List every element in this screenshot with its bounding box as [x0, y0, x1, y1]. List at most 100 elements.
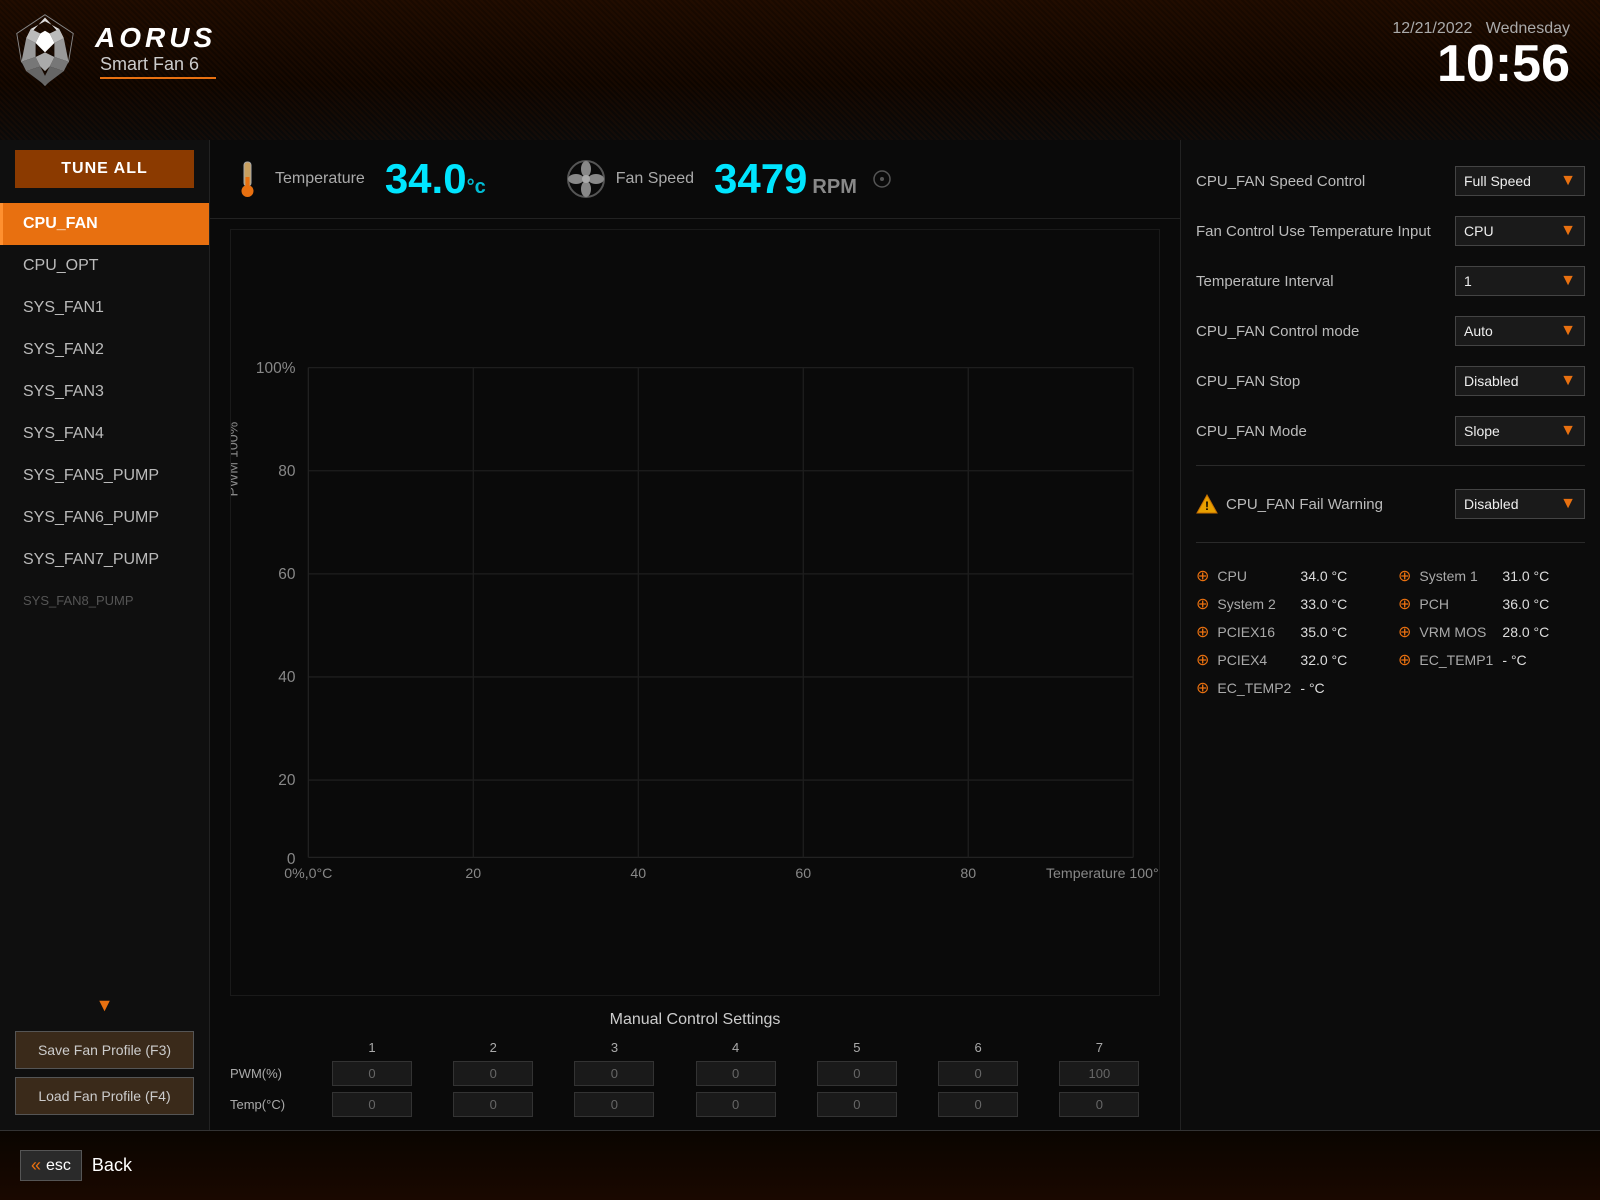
- temp-input-3[interactable]: [574, 1092, 654, 1117]
- fan-item-cpu-fan[interactable]: CPU_FAN: [0, 203, 209, 245]
- col-header-7: 7: [1039, 1037, 1160, 1058]
- pwm-input-1[interactable]: [332, 1061, 412, 1086]
- fan-mode-arrow: ▼: [1560, 422, 1576, 440]
- sensor-value-pch: 36.0 °C: [1502, 596, 1549, 612]
- fail-warning-dropdown[interactable]: Disabled ▼: [1455, 489, 1585, 519]
- temp-input-label: Fan Control Use Temperature Input: [1196, 223, 1455, 240]
- fan-item-sys-fan5-pump[interactable]: SYS_FAN5_PUMP: [0, 455, 209, 497]
- fan-stop-dropdown[interactable]: Disabled ▼: [1455, 366, 1585, 396]
- esc-label: esc: [46, 1157, 71, 1175]
- svg-text:20: 20: [465, 866, 481, 882]
- fan-item-sys-fan4[interactable]: SYS_FAN4: [0, 413, 209, 455]
- fan-mode-label: CPU_FAN Mode: [1196, 423, 1455, 440]
- fan-curve-chart[interactable]: 100% 80 60 40 20 0 PWM 100% 0%,0°C 20 40…: [210, 219, 1180, 1006]
- col-header-4: 4: [675, 1037, 796, 1058]
- scroll-down-arrow[interactable]: ▼: [0, 990, 209, 1021]
- fail-warning-arrow: ▼: [1560, 495, 1576, 513]
- pwm-input-5[interactable]: [817, 1061, 897, 1086]
- datetime-display: 12/21/2022 Wednesday 10:56: [1392, 20, 1570, 90]
- divider-2: [1196, 542, 1585, 543]
- thermometer-icon: [230, 159, 265, 199]
- manual-settings-table: 1 2 3 4 5 6 7 PWM(%): [230, 1037, 1160, 1120]
- divider-1: [1196, 465, 1585, 466]
- temp-interval-dropdown[interactable]: 1 ▼: [1455, 266, 1585, 296]
- temp-input-arrow: ▼: [1560, 222, 1576, 240]
- sensor-system2: ⊕ System 2 33.0 °C: [1196, 594, 1383, 614]
- load-fan-profile-button[interactable]: Load Fan Profile (F4): [15, 1077, 194, 1115]
- temp-input-1[interactable]: [332, 1092, 412, 1117]
- speed-control-dropdown[interactable]: Full Speed ▼: [1455, 166, 1585, 196]
- sensor-name-system2: System 2: [1217, 596, 1292, 612]
- fan-item-cpu-opt[interactable]: CPU_OPT: [0, 245, 209, 287]
- fan-item-sys-fan3[interactable]: SYS_FAN3: [0, 371, 209, 413]
- sensor-name-pch: PCH: [1419, 596, 1494, 612]
- sensor-value-system1: 31.0 °C: [1502, 568, 1549, 584]
- temp-row: Temp(°C): [230, 1089, 1160, 1120]
- fan-item-sys-fan7-pump[interactable]: SYS_FAN7_PUMP: [0, 539, 209, 581]
- svg-text:100%: 100%: [256, 360, 296, 377]
- svg-text:0%,0°C: 0%,0°C: [284, 866, 332, 882]
- sensor-name-ec-temp1: EC_TEMP1: [1419, 652, 1494, 668]
- speed-control-row: CPU_FAN Speed Control Full Speed ▼: [1196, 160, 1585, 202]
- sensor-icon-ec-temp1: ⊕: [1398, 650, 1411, 670]
- temp-input-7[interactable]: [1059, 1092, 1139, 1117]
- col-header-2: 2: [433, 1037, 554, 1058]
- col-header-5: 5: [796, 1037, 917, 1058]
- pwm-input-4[interactable]: [696, 1061, 776, 1086]
- sensor-icon-system2: ⊕: [1196, 594, 1209, 614]
- footer: « esc Back: [0, 1130, 1600, 1200]
- temp-input-value: CPU: [1464, 223, 1494, 239]
- column-header-row: 1 2 3 4 5 6 7: [230, 1037, 1160, 1058]
- sensor-value-ec-temp1: - °C: [1502, 652, 1526, 668]
- temp-input-2[interactable]: [453, 1092, 533, 1117]
- fan-mode-dropdown[interactable]: Slope ▼: [1455, 416, 1585, 446]
- sensor-icon-pciex4: ⊕: [1196, 650, 1209, 670]
- sensor-ec-temp2: ⊕ EC_TEMP2 - °C: [1196, 678, 1383, 698]
- fan-item-sys-fan1[interactable]: SYS_FAN1: [0, 287, 209, 329]
- fan-curve-svg: 100% 80 60 40 20 0 PWM 100% 0%,0°C 20 40…: [230, 229, 1160, 996]
- pwm-input-3[interactable]: [574, 1061, 654, 1086]
- svg-text:!: !: [1205, 499, 1209, 513]
- sensor-name-cpu: CPU: [1217, 568, 1292, 584]
- temp-input-5[interactable]: [817, 1092, 897, 1117]
- back-label: Back: [92, 1155, 132, 1176]
- temp-input-6[interactable]: [938, 1092, 1018, 1117]
- fan-speed-icon: [566, 159, 606, 199]
- tune-all-button[interactable]: TUNE ALL: [15, 150, 194, 188]
- control-mode-dropdown[interactable]: Auto ▼: [1455, 316, 1585, 346]
- sensor-pciex16: ⊕ PCIEX16 35.0 °C: [1196, 622, 1383, 642]
- sensor-value-pciex16: 35.0 °C: [1300, 624, 1347, 640]
- sensor-icon-ec-temp2: ⊕: [1196, 678, 1209, 698]
- svg-text:Temperature 100°C: Temperature 100°C: [1046, 866, 1160, 882]
- app-title: Smart Fan 6: [100, 54, 216, 79]
- sensor-value-cpu: 34.0 °C: [1300, 568, 1347, 584]
- sensor-pch: ⊕ PCH 36.0 °C: [1398, 594, 1585, 614]
- manual-settings-title: Manual Control Settings: [230, 1011, 1160, 1029]
- fan-item-more[interactable]: SYS_FAN8_PUMP: [0, 581, 209, 620]
- col-header-6: 6: [918, 1037, 1039, 1058]
- esc-back-button[interactable]: « esc Back: [20, 1150, 132, 1181]
- sensors-grid: ⊕ CPU 34.0 °C ⊕ System 1 31.0 °C ⊕ Syste…: [1196, 566, 1585, 698]
- temp-interval-label: Temperature Interval: [1196, 273, 1455, 290]
- sensor-value-system2: 33.0 °C: [1300, 596, 1347, 612]
- fan-stop-value: Disabled: [1464, 373, 1518, 389]
- pwm-input-7[interactable]: [1059, 1061, 1139, 1086]
- temp-interval-value: 1: [1464, 273, 1472, 289]
- temp-input-dropdown[interactable]: CPU ▼: [1455, 216, 1585, 246]
- pwm-input-6[interactable]: [938, 1061, 1018, 1086]
- sensor-cpu: ⊕ CPU 34.0 °C: [1196, 566, 1383, 586]
- sensor-value-pciex4: 32.0 °C: [1300, 652, 1347, 668]
- pwm-input-2[interactable]: [453, 1061, 533, 1086]
- profile-buttons: Save Fan Profile (F3) Load Fan Profile (…: [0, 1021, 209, 1130]
- fan-mode-value: Slope: [1464, 423, 1500, 439]
- sensor-name-system1: System 1: [1419, 568, 1494, 584]
- temp-input-4[interactable]: [696, 1092, 776, 1117]
- logo-area: AORUS Smart Fan 6: [10, 10, 216, 90]
- svg-text:40: 40: [630, 866, 646, 882]
- esc-key[interactable]: « esc: [20, 1150, 82, 1181]
- speed-control-label: CPU_FAN Speed Control: [1196, 173, 1455, 190]
- fan-item-sys-fan2[interactable]: SYS_FAN2: [0, 329, 209, 371]
- fan-list: CPU_FAN CPU_OPT SYS_FAN1 SYS_FAN2 SYS_FA…: [0, 203, 209, 990]
- fan-item-sys-fan6-pump[interactable]: SYS_FAN6_PUMP: [0, 497, 209, 539]
- save-fan-profile-button[interactable]: Save Fan Profile (F3): [15, 1031, 194, 1069]
